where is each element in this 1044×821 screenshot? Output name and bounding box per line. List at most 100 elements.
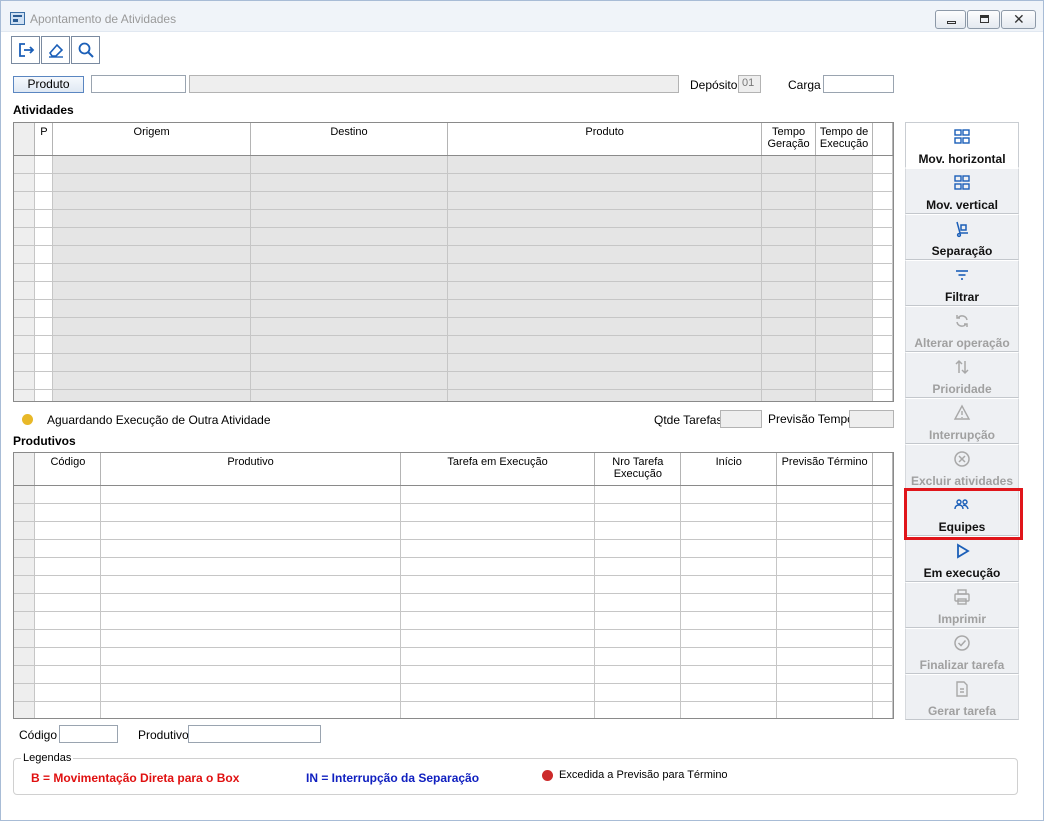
table-cell[interactable] xyxy=(594,593,682,612)
table-cell[interactable] xyxy=(680,521,778,540)
table-cell[interactable] xyxy=(872,209,893,228)
table-cell[interactable] xyxy=(52,263,251,282)
column-header-tarefa-execucao[interactable]: Tarefa em Execução xyxy=(400,453,596,486)
separacao-button[interactable]: Separação xyxy=(905,214,1019,260)
gerar-tarefa-button[interactable]: Gerar tarefa xyxy=(905,674,1019,720)
table-row[interactable] xyxy=(14,263,893,282)
table-cell[interactable] xyxy=(400,521,596,540)
table-cell[interactable] xyxy=(250,299,449,318)
table-cell[interactable] xyxy=(761,227,817,246)
table-cell[interactable] xyxy=(872,683,893,702)
table-cell[interactable] xyxy=(761,209,817,228)
table-cell[interactable] xyxy=(447,263,763,282)
table-row[interactable] xyxy=(14,281,893,300)
table-cell[interactable] xyxy=(100,683,401,702)
table-cell[interactable] xyxy=(761,335,817,354)
column-header-tempo-geracao[interactable]: Tempo Geração xyxy=(761,123,817,156)
table-cell[interactable] xyxy=(872,611,893,630)
column-header-produto[interactable]: Produto xyxy=(447,123,763,156)
table-cell[interactable] xyxy=(872,521,893,540)
table-cell[interactable] xyxy=(680,665,778,684)
table-cell[interactable] xyxy=(815,371,874,390)
table-row[interactable] xyxy=(14,371,893,390)
table-cell[interactable] xyxy=(34,539,102,558)
table-cell[interactable] xyxy=(100,665,401,684)
codigo-input[interactable] xyxy=(59,725,118,743)
table-cell[interactable] xyxy=(400,665,596,684)
table-cell[interactable] xyxy=(447,299,763,318)
table-cell[interactable] xyxy=(872,227,893,246)
table-cell[interactable] xyxy=(34,353,54,372)
table-cell[interactable] xyxy=(680,683,778,702)
column-header-destino[interactable]: Destino xyxy=(250,123,449,156)
table-cell[interactable] xyxy=(34,647,102,666)
table-cell[interactable] xyxy=(776,485,873,504)
table-cell[interactable] xyxy=(776,593,873,612)
table-cell[interactable] xyxy=(250,371,449,390)
filtrar-button[interactable]: Filtrar xyxy=(905,260,1019,306)
table-cell[interactable] xyxy=(872,629,893,648)
table-row[interactable] xyxy=(14,173,893,192)
table-cell[interactable] xyxy=(447,209,763,228)
table-cell[interactable] xyxy=(52,317,251,336)
table-cell[interactable] xyxy=(594,665,682,684)
table-cell[interactable] xyxy=(815,335,874,354)
table-cell[interactable] xyxy=(594,503,682,522)
table-cell[interactable] xyxy=(250,389,449,401)
table-row[interactable] xyxy=(14,245,893,264)
table-row[interactable] xyxy=(14,521,893,540)
table-cell[interactable] xyxy=(815,389,874,401)
prioridade-button[interactable]: Prioridade xyxy=(905,352,1019,398)
table-cell[interactable] xyxy=(447,389,763,401)
table-row[interactable] xyxy=(14,485,893,504)
table-cell[interactable] xyxy=(34,575,102,594)
table-row[interactable] xyxy=(14,683,893,702)
excluir-atividades-button[interactable]: Excluir atividades xyxy=(905,444,1019,490)
table-cell[interactable] xyxy=(52,353,251,372)
table-row[interactable] xyxy=(14,557,893,576)
table-cell[interactable] xyxy=(815,353,874,372)
table-cell[interactable] xyxy=(761,353,817,372)
table-cell[interactable] xyxy=(594,485,682,504)
table-cell[interactable] xyxy=(680,539,778,558)
alterar-operacao-button[interactable]: Alterar operação xyxy=(905,306,1019,352)
table-cell[interactable] xyxy=(34,503,102,522)
table-cell[interactable] xyxy=(100,521,401,540)
table-cell[interactable] xyxy=(594,557,682,576)
table-cell[interactable] xyxy=(447,335,763,354)
table-cell[interactable] xyxy=(100,593,401,612)
table-cell[interactable] xyxy=(34,263,54,282)
table-cell[interactable] xyxy=(34,371,54,390)
table-cell[interactable] xyxy=(594,629,682,648)
table-cell[interactable] xyxy=(776,575,873,594)
table-cell[interactable] xyxy=(776,557,873,576)
table-cell[interactable] xyxy=(52,335,251,354)
table-cell[interactable] xyxy=(761,245,817,264)
table-cell[interactable] xyxy=(100,701,401,718)
table-cell[interactable] xyxy=(447,353,763,372)
table-cell[interactable] xyxy=(594,683,682,702)
table-cell[interactable] xyxy=(250,281,449,300)
table-cell[interactable] xyxy=(100,557,401,576)
table-cell[interactable] xyxy=(680,557,778,576)
table-cell[interactable] xyxy=(872,389,893,401)
table-cell[interactable] xyxy=(872,245,893,264)
mov-vertical-button[interactable]: Mov. vertical xyxy=(905,168,1019,214)
table-cell[interactable] xyxy=(52,173,251,192)
table-cell[interactable] xyxy=(815,317,874,336)
table-row[interactable] xyxy=(14,389,893,401)
table-cell[interactable] xyxy=(52,209,251,228)
interrupcao-button[interactable]: Interrupção xyxy=(905,398,1019,444)
table-cell[interactable] xyxy=(250,173,449,192)
table-cell[interactable] xyxy=(34,227,54,246)
table-row[interactable] xyxy=(14,227,893,246)
table-cell[interactable] xyxy=(250,317,449,336)
mov-horizontal-button[interactable]: Mov. horizontal xyxy=(905,122,1019,168)
table-cell[interactable] xyxy=(100,485,401,504)
table-cell[interactable] xyxy=(52,371,251,390)
table-cell[interactable] xyxy=(400,611,596,630)
table-row[interactable] xyxy=(14,191,893,210)
column-header-produtivo[interactable]: Produtivo xyxy=(100,453,401,486)
table-cell[interactable] xyxy=(680,593,778,612)
table-cell[interactable] xyxy=(447,191,763,210)
